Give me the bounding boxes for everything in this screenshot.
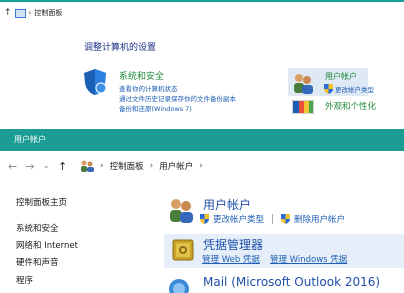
user-accounts-title-bar[interactable] [0,129,404,151]
recent-locations-chevron-icon[interactable]: ⌄ [42,161,50,171]
up-arrow-icon[interactable]: ↑ [4,8,12,18]
manage-web-credentials-link[interactable]: 管理 Web 凭据 [202,253,260,265]
breadcrumb[interactable]: › 控制面板 › 用户帐户 › [80,159,203,173]
breadcrumb-sep-icon: › [28,9,32,17]
sidebar-item-system-security[interactable]: 系统和安全 [16,222,59,234]
backup-restore-link[interactable]: 备份和还原(Windows 7) [119,103,192,113]
divider [272,214,274,224]
file-history-link[interactable]: 通过文件历史记录保存你的文件备份副本 [119,93,236,103]
view-computer-status-link[interactable]: 查看你的计算机状态 [119,83,178,93]
change-account-type-label: 更改帐户类型 [335,86,374,94]
sidebar-item-home[interactable]: 控制面板主页 [16,196,67,208]
window-title: 用户帐户 [14,135,46,144]
uac-shield-icon [281,214,291,224]
mail-icon [169,279,189,293]
breadcrumb-control-panel[interactable]: 控制面板 [34,8,62,18]
user-accounts-tasks: 更改帐户类型 删除用户帐户 [200,213,345,225]
navigation-buttons: ← → ⌄ ↑ [8,158,67,174]
appearance-personalization-icon [292,100,314,114]
change-account-type-link-top[interactable]: 更改帐户类型 [324,84,374,94]
breadcrumb-sep-icon: › [199,161,203,171]
delete-user-account-link[interactable]: 删除用户帐户 [294,213,345,225]
mail-outlook-link[interactable]: Mail (Microsoft Outlook 2016) [203,275,380,289]
credential-manager-tasks: 管理 Web 凭据 管理 Windows 凭据 [202,253,347,265]
back-arrow-icon[interactable]: ← [8,160,17,173]
credential-manager-link[interactable]: 凭据管理器 [203,236,263,253]
forward-arrow-icon[interactable]: → [25,160,34,173]
address-bar[interactable]: ↑ › 控制面板 [4,6,62,20]
manage-windows-credentials-link[interactable]: 管理 Windows 凭据 [270,253,347,265]
credential-manager-vault-icon [172,239,194,261]
uac-shield-icon [324,84,333,94]
breadcrumb-sep-icon: › [149,161,154,171]
system-security-shield-icon [84,69,107,95]
control-panel-small-icon [14,8,26,18]
change-account-type-link[interactable]: 更改帐户类型 [213,213,264,225]
user-accounts-icon [170,199,193,223]
breadcrumb-user-accounts[interactable]: 用户帐户 [159,160,193,172]
user-accounts-icon [294,74,313,94]
up-arrow-icon[interactable]: ↑ [58,160,67,173]
page-heading: 调整计算机的设置 [84,43,157,53]
breadcrumb-sep-icon: › [100,161,104,171]
sidebar-item-network-internet[interactable]: 网络和 Internet [16,239,78,251]
sidebar-item-programs[interactable]: 程序 [16,274,33,286]
breadcrumb-control-panel[interactable]: 控制面板 [110,160,144,172]
sidebar-item-hardware-sound[interactable]: 硬件和声音 [16,256,59,268]
user-accounts-heading-link[interactable]: 用户帐户 [203,196,251,213]
user-accounts-small-icon [81,160,94,172]
appearance-personalization-link[interactable]: 外观和个性化 [325,100,376,112]
system-security-link[interactable]: 系统和安全 [119,69,164,82]
uac-shield-icon [200,214,209,224]
user-accounts-link[interactable]: 用户帐户 [325,71,357,82]
